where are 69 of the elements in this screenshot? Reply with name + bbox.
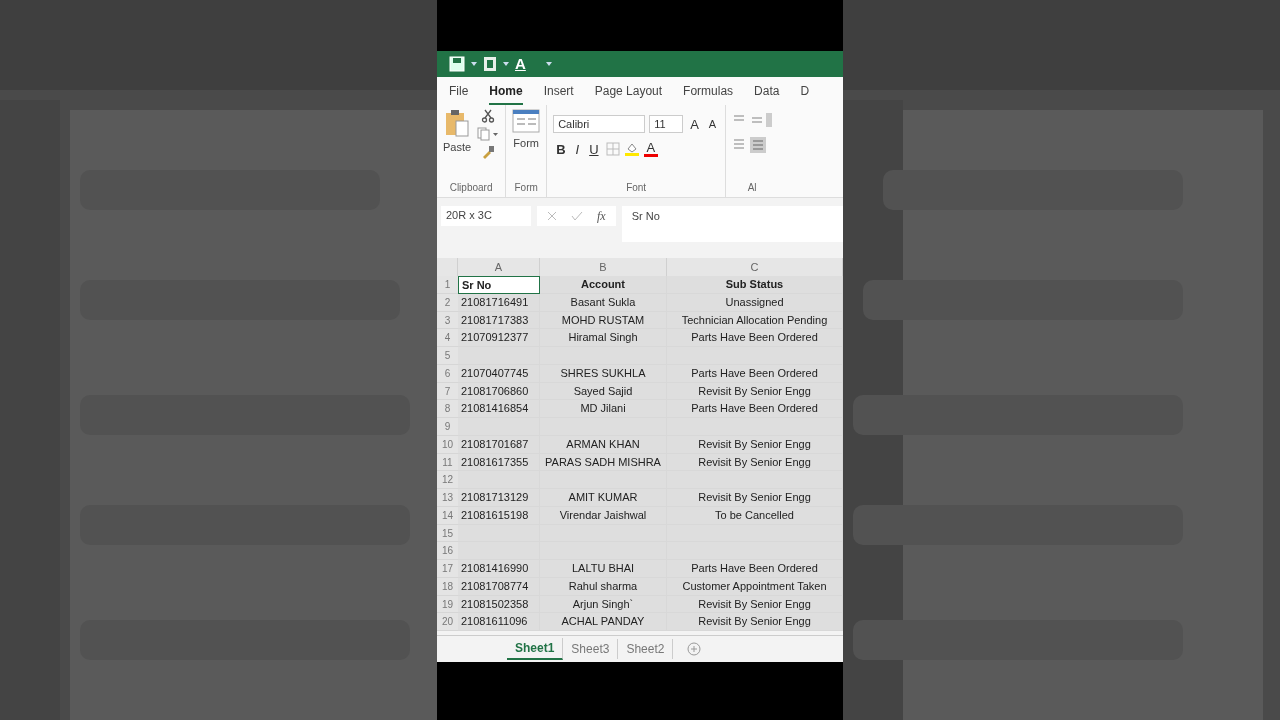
column-header[interactable]: A	[458, 258, 540, 276]
fill-color-icon[interactable]	[623, 141, 640, 157]
insert-function-button[interactable]: fx	[597, 208, 606, 224]
table-cell: Parts Have Been Ordered	[667, 329, 843, 347]
bold-button[interactable]: B	[553, 141, 569, 157]
row-header[interactable]: 1	[437, 276, 458, 294]
table-cell: ACHAL PANDAY	[540, 613, 667, 631]
table-cell: 21081611096	[458, 613, 540, 631]
sheet-tab[interactable]: Sheet2	[618, 639, 674, 659]
form-button[interactable]: Form	[513, 137, 539, 149]
table-cell: 21070912377	[458, 329, 540, 347]
row-header[interactable]: 5	[437, 347, 458, 365]
ribbon-tab[interactable]: Page Layout	[594, 77, 663, 105]
table-cell: Account	[540, 276, 667, 294]
row-header[interactable]: 20	[437, 613, 458, 631]
sheet-tab[interactable]: Sheet3	[563, 639, 619, 659]
table-cell: 21081416854	[458, 400, 540, 418]
name-box[interactable]: 20R x 3C	[441, 206, 531, 226]
table-cell: Revisit By Senior Engg	[667, 489, 843, 507]
table-cell: Sub Status	[667, 276, 843, 294]
dropdown-caret-icon[interactable]	[503, 61, 509, 66]
customize-caret-icon[interactable]	[545, 61, 552, 66]
table-cell: LALTU BHAI	[540, 560, 667, 578]
font-color-button[interactable]: A	[643, 141, 659, 157]
ribbon-tab[interactable]: Insert	[543, 77, 574, 105]
paste-button[interactable]: Paste	[443, 141, 472, 153]
ribbon-tab[interactable]: File	[449, 77, 469, 105]
row-header[interactable]: 13	[437, 489, 458, 507]
table-cell: MD Jilani	[540, 400, 667, 418]
row-header[interactable]: 8	[437, 400, 458, 418]
row-header[interactable]: 16	[437, 542, 458, 560]
shrink-font-button[interactable]: A	[705, 118, 720, 130]
check-icon[interactable]	[571, 211, 583, 221]
grow-font-button[interactable]: A	[687, 116, 702, 132]
table-cell: 21081416990	[458, 560, 540, 578]
save-icon[interactable]	[449, 55, 465, 72]
ribbon-tab[interactable]: Data	[754, 77, 780, 105]
form-icon[interactable]	[483, 55, 497, 72]
underline-button[interactable]: U	[586, 141, 602, 157]
group-label: Clipboard	[448, 182, 494, 195]
formula-field[interactable]: Sr No	[621, 206, 843, 242]
row-header[interactable]: 17	[437, 560, 458, 578]
column-header[interactable]: B	[540, 258, 667, 276]
paste-icon[interactable]	[444, 109, 471, 137]
font-name-field[interactable]: Calibri	[553, 115, 646, 133]
ribbon-tab[interactable]: Formulas	[683, 77, 734, 105]
table-cell: 21081713129	[458, 489, 540, 507]
sheet-tab[interactable]: Sheet1	[507, 638, 564, 660]
group-label: Form	[513, 182, 539, 195]
text-format-button[interactable]: A	[515, 55, 526, 73]
table-cell: AMIT KUMAR	[540, 489, 667, 507]
table-cell: Sr No	[458, 276, 540, 294]
row-header[interactable]: 4	[437, 329, 458, 347]
group-label: Al	[746, 182, 758, 195]
row-header[interactable]: 9	[437, 418, 458, 436]
form-icon[interactable]	[512, 109, 541, 133]
row-header[interactable]: 12	[437, 471, 458, 489]
ribbon-tab[interactable]: D	[800, 77, 810, 105]
table-cell: Revisit By Senior Engg	[667, 613, 843, 631]
cut-icon[interactable]	[481, 109, 496, 123]
table-cell: Parts Have Been Ordered	[667, 560, 843, 578]
table-cell: Hiramal Singh	[540, 329, 667, 347]
table-cell: Parts Have Been Ordered	[667, 400, 843, 418]
font-size-field[interactable]: 11	[649, 115, 684, 133]
format-painter-icon[interactable]	[481, 145, 496, 159]
italic-button[interactable]: I	[572, 141, 583, 157]
group-label: Font	[625, 182, 648, 195]
column-header[interactable]: C	[667, 258, 843, 276]
dropdown-caret-icon[interactable]	[471, 61, 477, 66]
